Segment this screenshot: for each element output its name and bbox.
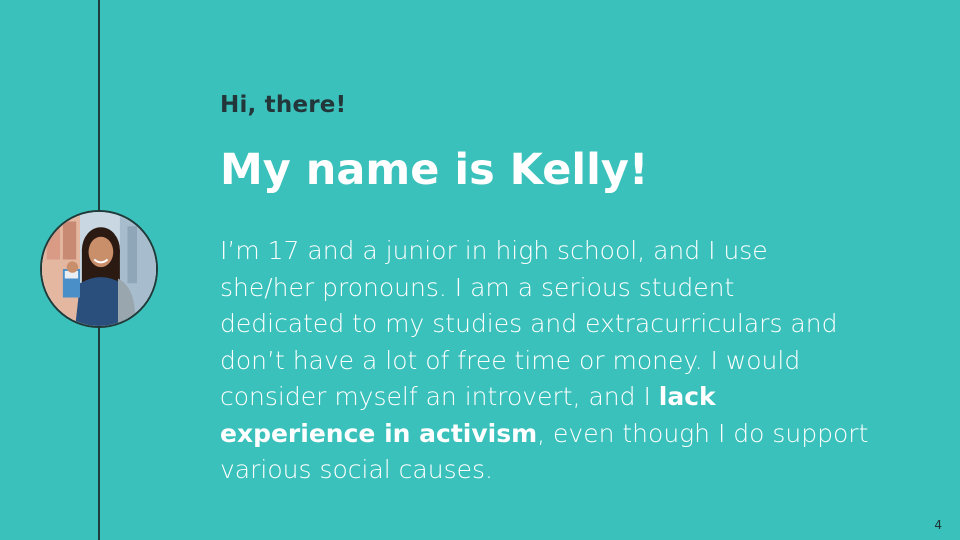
bio-line: she/her pronouns. I am a serious student [220,272,735,302]
bio-bold-text: experience in activism [220,418,538,448]
bio-text: , even though I do support [537,418,869,448]
bio-line: dedicated to my studies and extracurricu… [220,309,838,338]
page-title: My name is Kelly! [220,145,649,195]
bio-line: don’t have a lot of free time or money. … [220,345,801,375]
greeting-text: Hi, there! [220,92,347,118]
bio-paragraph: I’m 17 and a junior in high school, and … [220,233,910,489]
bio-line: consider myself an introvert, and I lack [220,379,910,416]
bio-text: consider myself an introvert, and I [220,382,659,411]
bio-bold-text: lack [658,382,716,411]
student-photo-icon [42,212,156,326]
bio-line: I’m 17 and a junior in high school, and … [220,236,768,265]
bio-line: experience in activism, even though I do… [220,416,910,453]
profile-photo [40,210,158,328]
page-number: 4 [934,518,942,532]
bio-line: various social causes. [220,455,493,484]
